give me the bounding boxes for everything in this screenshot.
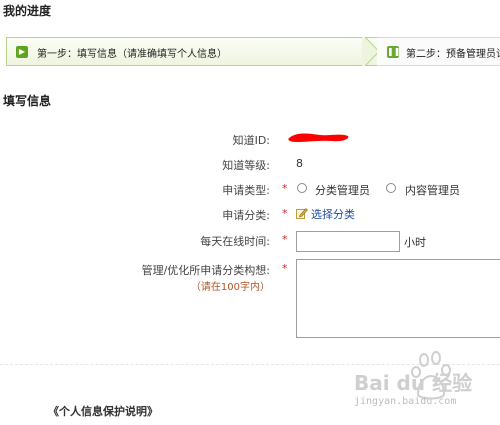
watermark-url: jingyan.baidu.com: [354, 396, 457, 407]
choose-category-link[interactable]: 选择分类: [311, 206, 355, 222]
step-play-icon: ▶: [16, 46, 28, 58]
watermark-logo-text: Bai du 经验: [354, 371, 472, 395]
hours-unit: 小时: [404, 236, 426, 249]
zhidao-id-label: 知道ID:: [232, 134, 270, 147]
required-mark: *: [282, 262, 288, 275]
level-value: 8: [296, 157, 303, 170]
required-mark: *: [282, 233, 288, 246]
watermark-logo: Bai du 经验: [354, 371, 472, 395]
level-label: 知道等级:: [222, 159, 270, 172]
edit-icon[interactable]: [296, 207, 308, 219]
redaction-mark: [288, 133, 349, 142]
char-limit-note: （请在100字内）: [190, 282, 270, 293]
daily-online-input[interactable]: [296, 231, 400, 252]
plan-label: 管理/优化所申请分类构想:: [141, 264, 270, 277]
step-2-label: 第二步：预备管理员试: [406, 49, 500, 60]
plan-textarea[interactable]: [296, 259, 500, 338]
required-mark: *: [282, 207, 288, 220]
form-title: 填写信息: [3, 94, 52, 108]
apply-category-label: 申请分类:: [222, 209, 270, 222]
privacy-link[interactable]: 《个人信息保护说明》: [48, 403, 158, 419]
required-mark: *: [282, 182, 288, 195]
step-pause-icon: ❚❚: [387, 46, 401, 58]
step-1-label: 第一步：填写信息（请准确填写个人信息）: [37, 49, 227, 60]
apply-type-label: 申请类型:: [222, 184, 270, 197]
radio-content-admin-label[interactable]: 内容管理员: [405, 182, 460, 198]
radio-category-admin[interactable]: [297, 183, 307, 193]
radio-content-admin[interactable]: [386, 183, 396, 193]
daily-online-label: 每天在线时间:: [200, 235, 270, 248]
progress-title: 我的进度: [3, 4, 52, 18]
radio-category-admin-label[interactable]: 分类管理员: [315, 182, 370, 198]
